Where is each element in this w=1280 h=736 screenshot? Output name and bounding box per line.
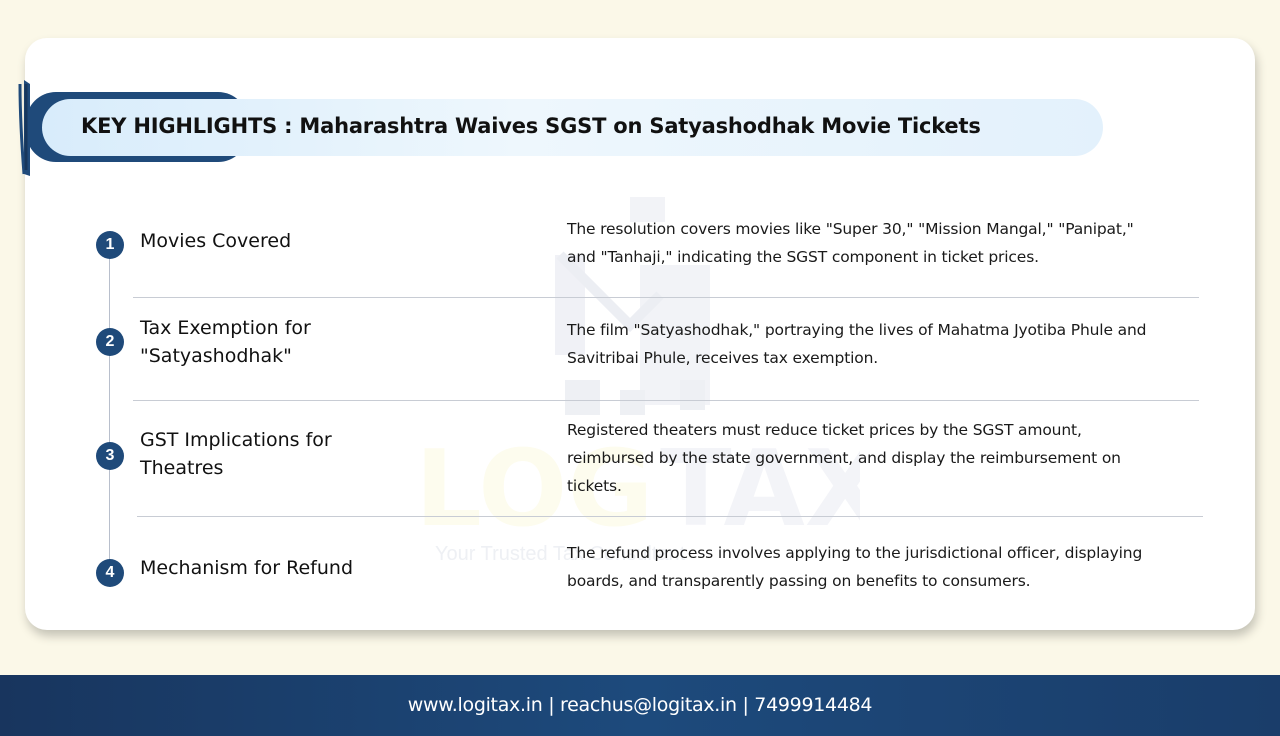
step-number-4: 4 (96, 559, 124, 587)
item-description-1: The resolution covers movies like "Super… (567, 220, 1134, 266)
divider-2 (133, 400, 1199, 401)
item-heading-1: Movies Covered (140, 230, 292, 252)
item-heading-3: GST Implications for Theatres (140, 429, 332, 479)
step-number-1: 1 (96, 231, 124, 259)
item-description-2: The film "Satyashodhak," portraying the … (567, 321, 1147, 367)
item-description-3: Registered theaters must reduce ticket p… (567, 421, 1121, 495)
page-title: KEY HIGHLIGHTS : Maharashtra Waives SGST… (81, 114, 981, 138)
divider-1 (133, 297, 1199, 298)
step-number-3: 3 (96, 442, 124, 470)
item-description-4: The refund process involves applying to … (567, 544, 1143, 590)
divider-3 (137, 516, 1203, 517)
item-heading-2: Tax Exemption for "Satyashodhak" (140, 317, 311, 367)
step-number-2: 2 (96, 328, 124, 356)
timeline-line (109, 245, 110, 575)
item-heading-4: Mechanism for Refund (140, 557, 354, 579)
footer-contact: www.logitax.in | reachus@logitax.in | 74… (0, 675, 1280, 736)
